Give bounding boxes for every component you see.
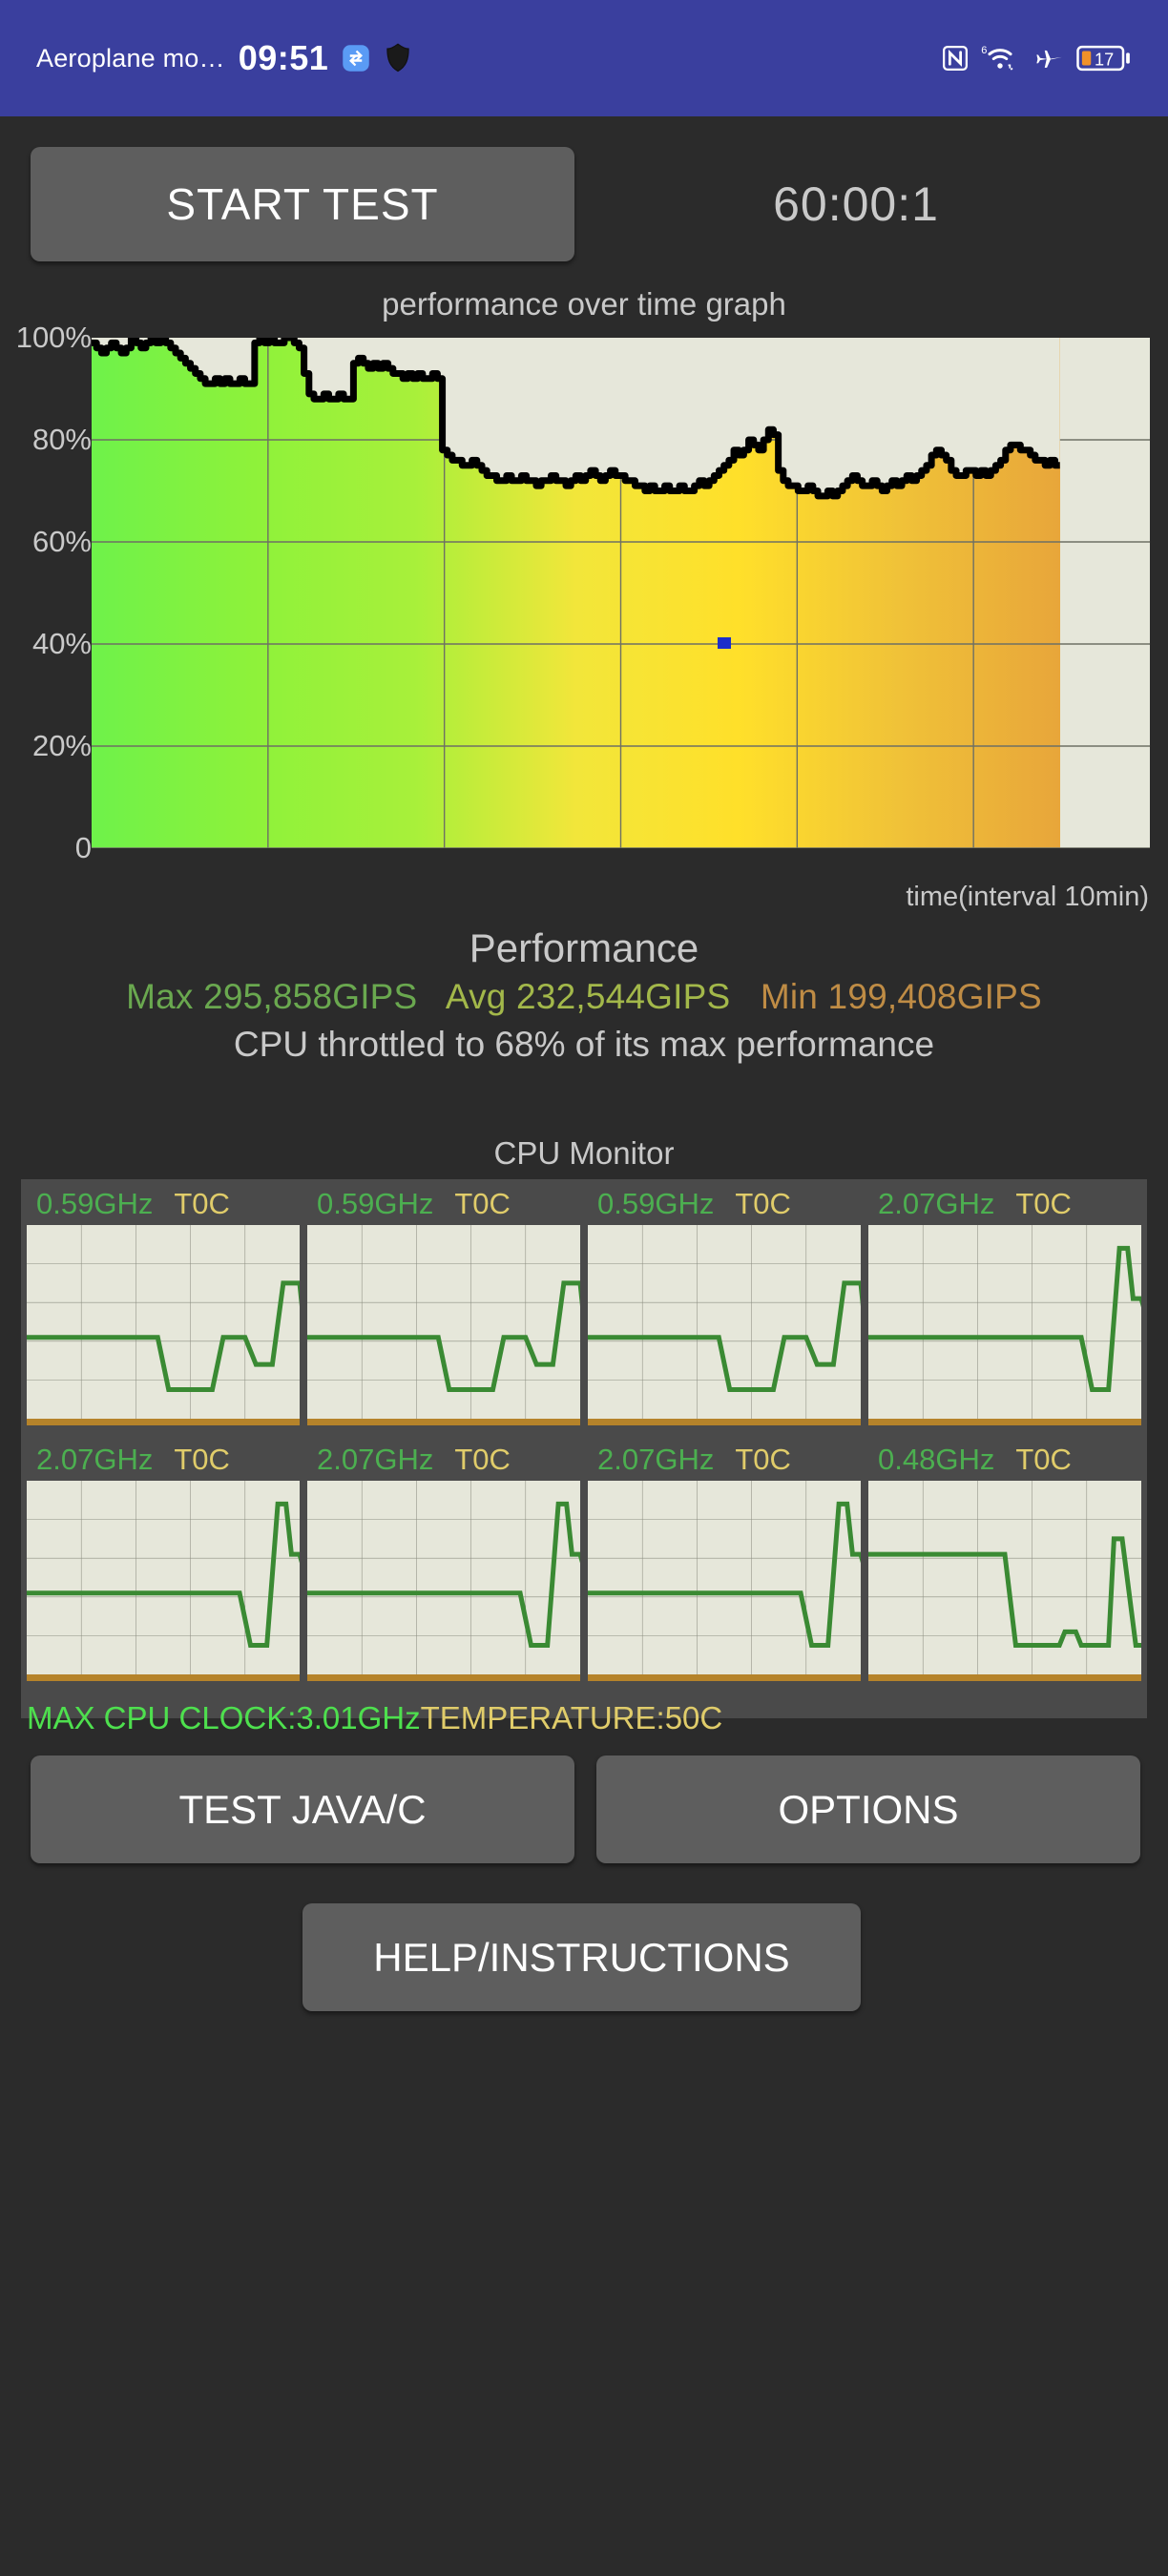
- svg-text:6: 6: [981, 45, 987, 56]
- cpu-core-chart: [868, 1225, 1141, 1425]
- test-timer: 60:00:1: [773, 177, 939, 231]
- cpu-core-2: 0.59GHz T0C: [307, 1183, 580, 1439]
- cpu-core-3: 0.59GHz T0C: [588, 1183, 861, 1439]
- performance-line-chart: [92, 338, 1150, 848]
- cpu-core-temperature: T0C: [1015, 1187, 1072, 1220]
- cpu-core-header: 0.59GHz T0C: [588, 1183, 861, 1225]
- cpu-core-row-top: 0.59GHz T0C 0.59GHz T0C 0.59GHz T0C 2.07GHz T0C: [27, 1183, 1141, 1439]
- performance-graph: 100% 80% 60% 40% 20% 0: [0, 321, 1168, 873]
- cpu-core-temperature: T0C: [1015, 1443, 1072, 1476]
- cpu-core-5: 2.07GHz T0C: [27, 1439, 300, 1694]
- cpu-core-header: 2.07GHz T0C: [307, 1439, 580, 1481]
- cpu-core-chart: [868, 1481, 1141, 1681]
- cpu-core-temperature: T0C: [174, 1187, 230, 1220]
- cpu-core-chart: [588, 1481, 861, 1681]
- cpu-core-chart: [307, 1481, 580, 1681]
- cpu-core-temperature: T0C: [735, 1187, 791, 1220]
- cpu-core-header: 0.59GHz T0C: [27, 1183, 300, 1225]
- cpu-core-temperature: T0C: [174, 1443, 230, 1476]
- cpu-core-usage-line: [868, 1248, 1141, 1389]
- y-axis-tick: 100%: [15, 321, 92, 354]
- cpu-core-frequency: 0.59GHz: [597, 1187, 715, 1220]
- temperature-label: TEMPERATURE:50C: [420, 1700, 723, 1735]
- airplane-mode-icon: [1031, 44, 1065, 73]
- notification-text: Aeroplane mo…: [36, 43, 225, 73]
- y-axis-tick: 40%: [31, 627, 92, 660]
- cpu-core-chart: [307, 1225, 580, 1425]
- cpu-core-frequency: 2.07GHz: [878, 1187, 995, 1220]
- cpu-core-4: 2.07GHz T0C: [868, 1183, 1141, 1439]
- cpu-core-frequency: 0.59GHz: [317, 1187, 434, 1220]
- status-bar-left: Aeroplane mo… 09:51: [36, 38, 412, 78]
- transfer-icon: [342, 44, 370, 73]
- cpu-core-frequency: 0.48GHz: [878, 1443, 995, 1476]
- battery-icon: 17: [1076, 44, 1132, 73]
- cpu-core-8: 0.48GHz T0C: [868, 1439, 1141, 1694]
- max-cpu-clock-label: MAX CPU CLOCK:3.01GHz: [27, 1700, 421, 1735]
- cursor-marker: [718, 637, 731, 649]
- status-clock: 09:51: [238, 38, 329, 77]
- cpu-core-frequency: 0.59GHz: [36, 1187, 154, 1220]
- cpu-core-header: 2.07GHz T0C: [588, 1439, 861, 1481]
- options-button[interactable]: OPTIONS: [596, 1755, 1140, 1863]
- performance-heading: Performance: [469, 925, 699, 970]
- status-bar: Aeroplane mo… 09:51 6 17: [0, 0, 1168, 116]
- shield-icon: [384, 43, 412, 73]
- cpu-core-usage-line: [307, 1504, 580, 1645]
- cpu-core-row-bottom: 2.07GHz T0C 2.07GHz T0C 2.07GHz T0C 0.48GHz T0C: [27, 1439, 1141, 1694]
- help-instructions-button[interactable]: HELP/INSTRUCTIONS: [302, 1903, 861, 2011]
- start-test-button[interactable]: START TEST: [31, 147, 574, 261]
- cpu-core-header: 0.59GHz T0C: [307, 1183, 580, 1225]
- performance-metrics: Max 295,858GIPS Avg 232,544GIPS Min 199,…: [0, 977, 1168, 1017]
- throttle-status: CPU throttled to 68% of its max performa…: [233, 1025, 935, 1064]
- cpu-core-temperature: T0C: [454, 1187, 511, 1220]
- cpu-core-chart: [27, 1225, 300, 1425]
- cpu-core-chart: [588, 1225, 861, 1425]
- performance-avg: Avg 232,544GIPS: [445, 977, 731, 1016]
- performance-max: Max 295,858GIPS: [126, 977, 418, 1016]
- cpu-monitor-panel: 0.59GHz T0C 0.59GHz T0C 0.59GHz T0C 2.07GHz T0C…: [21, 1179, 1147, 1718]
- y-axis-tick: 20%: [31, 729, 92, 762]
- cpu-core-1: 0.59GHz T0C: [27, 1183, 300, 1439]
- cpu-status-line: MAX CPU CLOCK:3.01GHzTEMPERATURE:50C: [27, 1700, 722, 1736]
- cpu-core-header: 2.07GHz T0C: [868, 1183, 1141, 1225]
- cpu-core-6: 2.07GHz T0C: [307, 1439, 580, 1694]
- x-axis-label: time(interval 10min): [906, 882, 1149, 912]
- cpu-core-usage-line: [27, 1504, 300, 1645]
- cpu-core-temperature: T0C: [735, 1443, 791, 1476]
- performance-summary: Performance Max 295,858GIPS Avg 232,544G…: [0, 925, 1168, 1065]
- y-axis-tick: 0: [74, 831, 92, 864]
- status-bar-right: 6 17: [941, 43, 1132, 73]
- cpu-core-usage-line: [307, 1283, 580, 1390]
- cpu-core-usage-line: [868, 1539, 1141, 1646]
- cpu-core-chart: [27, 1481, 300, 1681]
- wifi6-icon: 6: [981, 43, 1019, 73]
- cpu-monitor-title: CPU Monitor: [493, 1135, 675, 1171]
- performance-plot-area: [92, 338, 1150, 848]
- cpu-core-usage-line: [27, 1283, 300, 1390]
- cpu-core-frequency: 2.07GHz: [317, 1443, 434, 1476]
- cpu-core-frequency: 2.07GHz: [597, 1443, 715, 1476]
- nfc-icon: [941, 44, 970, 73]
- y-axis-tick: 60%: [31, 525, 92, 558]
- top-controls: START TEST 60:00:1: [0, 116, 1168, 261]
- cpu-core-frequency: 2.07GHz: [36, 1443, 154, 1476]
- cpu-core-header: 0.48GHz T0C: [868, 1439, 1141, 1481]
- performance-graph-title: performance over time graph: [382, 286, 786, 322]
- test-java-c-button[interactable]: TEST JAVA/C: [31, 1755, 574, 1863]
- cpu-core-usage-line: [588, 1504, 861, 1645]
- cpu-core-header: 2.07GHz T0C: [27, 1439, 300, 1481]
- battery-level-text: 17: [1095, 51, 1114, 70]
- cpu-core-temperature: T0C: [454, 1443, 511, 1476]
- cpu-core-7: 2.07GHz T0C: [588, 1439, 861, 1694]
- performance-min: Min 199,408GIPS: [760, 977, 1042, 1016]
- cpu-core-usage-line: [588, 1283, 861, 1390]
- y-axis-tick: 80%: [31, 423, 92, 456]
